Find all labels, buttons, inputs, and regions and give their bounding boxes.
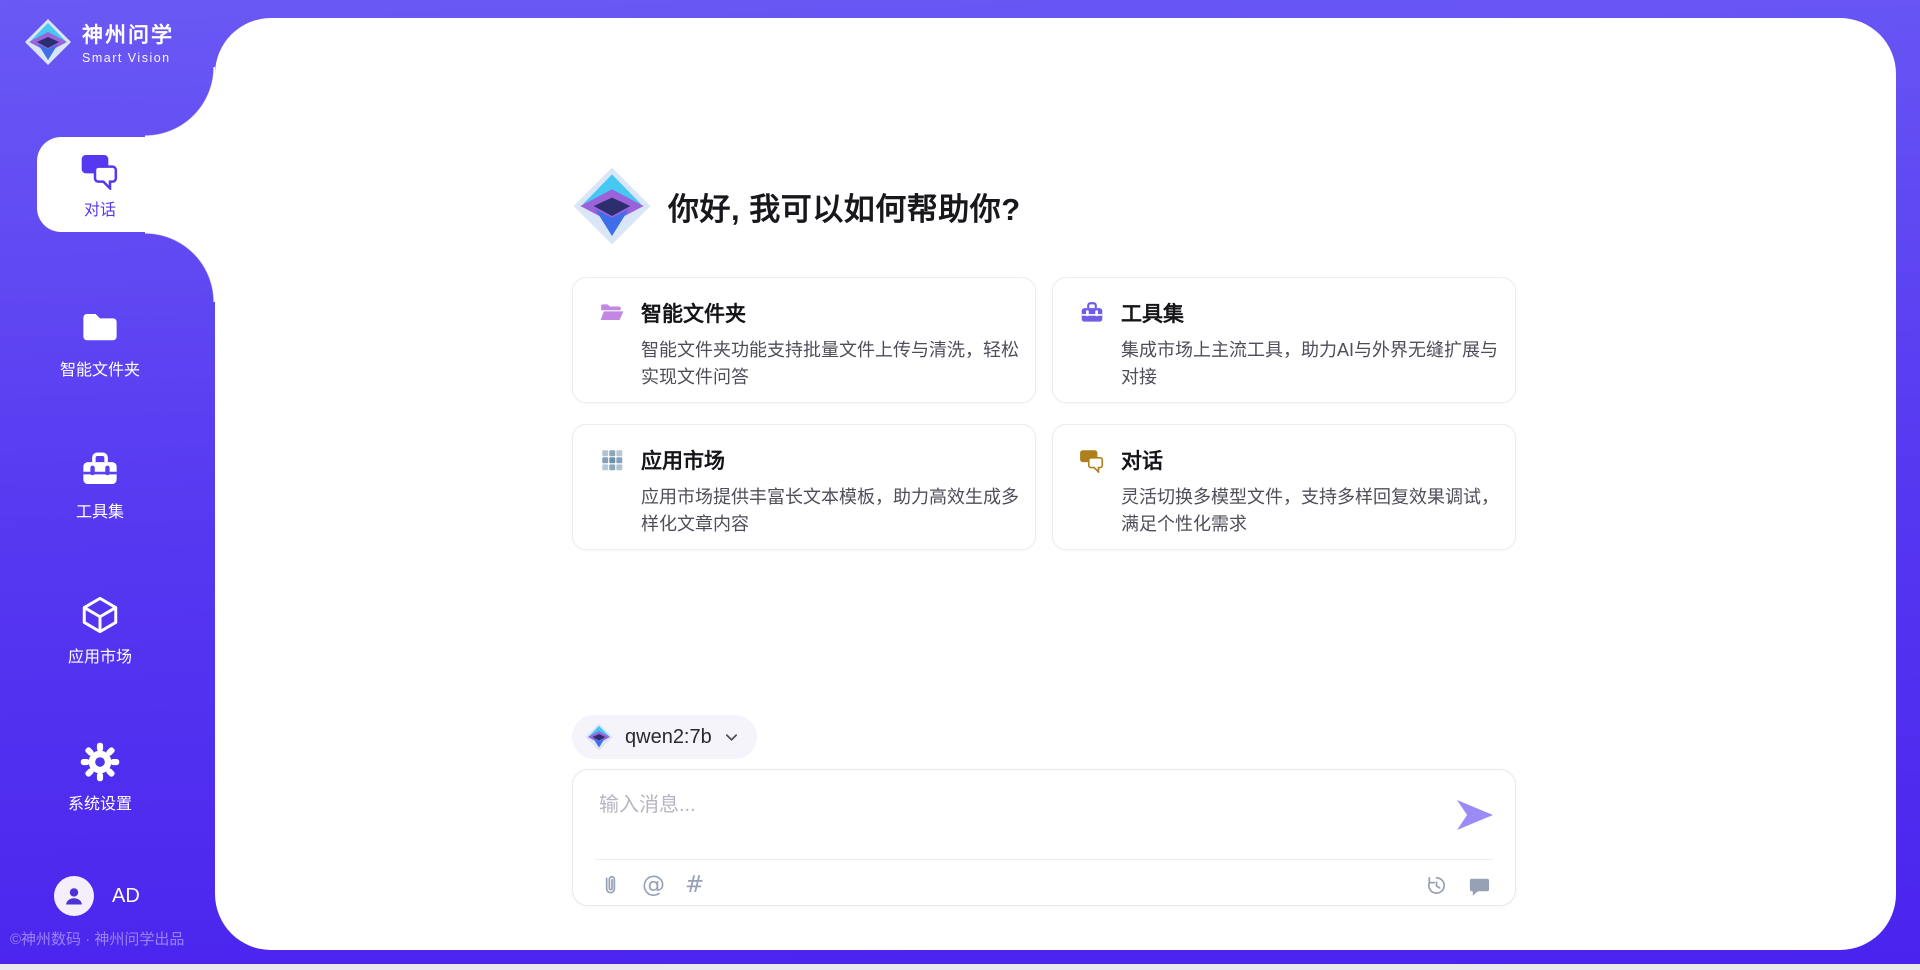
sidebar-item-smart-folder[interactable]: 智能文件夹 <box>0 307 200 380</box>
mention-icon[interactable]: @ <box>642 874 665 897</box>
tab-concave-corner-top <box>145 67 215 137</box>
composer-tools-left: @ # <box>599 874 704 897</box>
composer-tools-right <box>1425 874 1491 897</box>
brand: 神州问学 Smart Vision <box>24 18 174 66</box>
message-input[interactable] <box>599 788 1449 844</box>
card-desc: 灵活切换多模型文件，支持多样回复效果调试，满足个性化需求 <box>1121 484 1499 538</box>
chevron-down-icon <box>724 730 739 745</box>
card-smart-folder[interactable]: 智能文件夹 智能文件夹功能支持批量文件上传与清洗，轻松实现文件问答 <box>572 277 1036 403</box>
sidebar-item-settings[interactable]: 系统设置 <box>0 741 200 814</box>
user-profile[interactable]: AD <box>54 876 140 916</box>
brand-name-cn: 神州问学 <box>82 19 174 49</box>
app-root: { "brand": { "name_cn": "神州问学", "name_en… <box>0 0 1920 970</box>
card-title: 智能文件夹 <box>641 298 746 328</box>
sidebar-item-label: 应用市场 <box>68 643 132 667</box>
hashtag-icon[interactable]: # <box>685 874 704 897</box>
sidebar-item-app-market[interactable]: 应用市场 <box>0 594 200 667</box>
card-title: 对话 <box>1121 445 1163 475</box>
card-head: 工具集 <box>1079 298 1489 328</box>
tab-concave-corner-bottom <box>145 232 215 302</box>
card-app-market[interactable]: 应用市场 应用市场提供丰富长文本模板，助力高效生成多样化文章内容 <box>572 424 1036 550</box>
sidebar-item-chat[interactable]: 对话 <box>37 137 215 232</box>
chat-bubbles-icon <box>1079 447 1105 473</box>
message-composer: @ # <box>572 769 1516 906</box>
model-selector[interactable]: qwen2:7b <box>572 715 757 759</box>
card-head: 对话 <box>1079 445 1489 475</box>
history-icon[interactable] <box>1425 874 1448 897</box>
window-bottom-edge <box>0 964 1920 970</box>
composer-divider <box>595 859 1493 860</box>
grid-cube-icon <box>599 447 625 473</box>
card-head: 应用市场 <box>599 445 1009 475</box>
card-head: 智能文件夹 <box>599 298 1009 328</box>
card-title: 应用市场 <box>641 445 725 475</box>
chat-bubbles-icon <box>80 150 120 190</box>
send-button[interactable] <box>1457 800 1493 830</box>
sidebar-item-label: 智能文件夹 <box>60 356 140 380</box>
brand-logo-icon <box>24 18 72 66</box>
user-icon <box>61 883 87 909</box>
greeting-logo-icon <box>572 166 652 246</box>
content-column: 你好, 我可以如何帮助你? 智能文件夹 智能文件夹功能支持批量文件上传与清洗，轻… <box>572 18 1516 950</box>
brand-text: 神州问学 Smart Vision <box>82 19 174 65</box>
composer-toolbar: @ # <box>599 865 1491 905</box>
user-initials: AD <box>112 885 140 908</box>
toolbox-icon <box>79 449 121 491</box>
feature-cards: 智能文件夹 智能文件夹功能支持批量文件上传与清洗，轻松实现文件问答 工具集 集成… <box>572 277 1516 550</box>
brand-name-en: Smart Vision <box>82 51 174 65</box>
greeting: 你好, 我可以如何帮助你? <box>572 166 1021 246</box>
card-desc: 智能文件夹功能支持批量文件上传与清洗，轻松实现文件问答 <box>641 337 1019 391</box>
greeting-title: 你好, 我可以如何帮助你? <box>668 184 1021 229</box>
model-logo-icon <box>585 723 613 751</box>
avatar <box>54 876 94 916</box>
attachment-icon[interactable] <box>599 874 622 897</box>
copyright-text: ©神州数码 · 神州问学出品 <box>10 928 215 949</box>
card-title: 工具集 <box>1121 298 1184 328</box>
folder-open-icon <box>599 300 625 326</box>
card-toolbox[interactable]: 工具集 集成市场上主流工具，助力AI与外界无缝扩展与对接 <box>1052 277 1516 403</box>
cube-icon <box>79 594 121 636</box>
card-desc: 应用市场提供丰富长文本模板，助力高效生成多样化文章内容 <box>641 484 1019 538</box>
chat-history-icon[interactable] <box>1468 874 1491 897</box>
sidebar-item-label: 系统设置 <box>68 790 132 814</box>
sidebar: 神州问学 Smart Vision 对话 智能文件夹 工具集 <box>0 0 215 970</box>
folder-icon <box>79 307 121 349</box>
sidebar-item-label: 工具集 <box>76 498 124 522</box>
gear-icon <box>79 741 121 783</box>
sidebar-item-label: 对话 <box>84 196 116 220</box>
model-name: qwen2:7b <box>625 726 712 749</box>
card-chat[interactable]: 对话 灵活切换多模型文件，支持多样回复效果调试，满足个性化需求 <box>1052 424 1516 550</box>
main-panel-overlay: 你好, 我可以如何帮助你? 智能文件夹 智能文件夹功能支持批量文件上传与清洗，轻… <box>215 18 1896 950</box>
toolbox-icon <box>1079 300 1105 326</box>
sidebar-item-toolbox[interactable]: 工具集 <box>0 449 200 522</box>
card-desc: 集成市场上主流工具，助力AI与外界无缝扩展与对接 <box>1121 337 1499 391</box>
